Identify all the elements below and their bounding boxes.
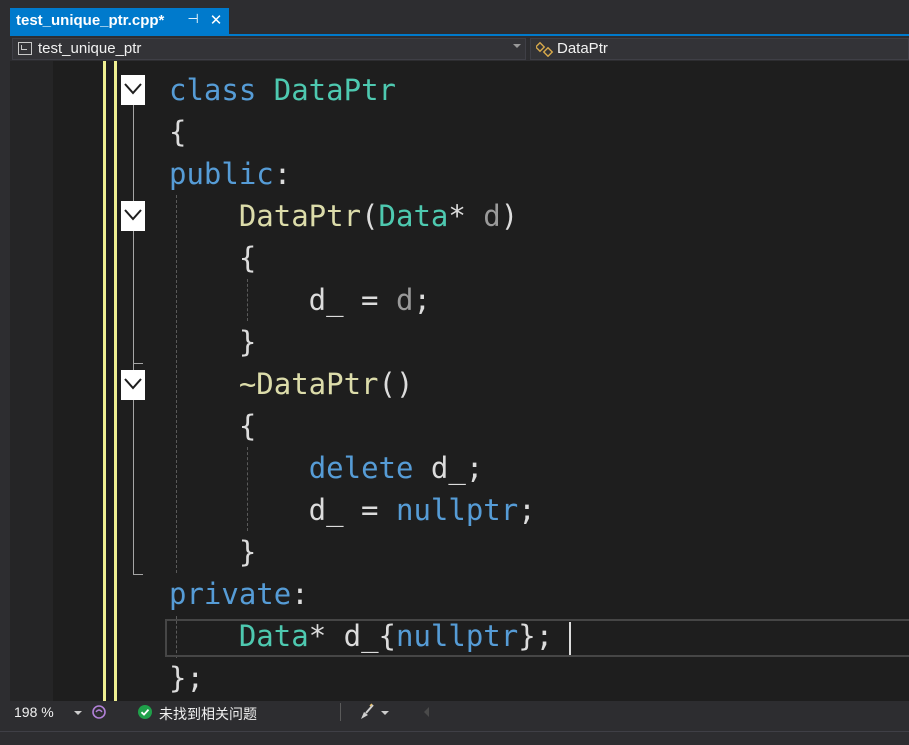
code-line[interactable]: DataPtr(Data* d): [169, 195, 518, 237]
window-bottom-divider: [0, 731, 909, 732]
code-line[interactable]: {: [169, 405, 256, 447]
code-line[interactable]: Data* d_{nullptr};: [169, 615, 553, 657]
code-token: :: [291, 577, 309, 611]
class-icon: [536, 41, 554, 57]
change-tracking-bar: [114, 61, 117, 701]
code-token: ~DataPtr: [238, 367, 379, 401]
document-tab[interactable]: test_unique_ptr.cpp* ⊣ ✕: [10, 8, 229, 34]
code-line[interactable]: {: [169, 111, 186, 153]
change-tracking-bar: [103, 61, 106, 701]
zoom-level[interactable]: 198 %: [14, 704, 54, 720]
chevron-down-icon[interactable]: [74, 711, 82, 715]
code-token: }: [169, 325, 257, 359]
indicator-margin: [10, 61, 53, 701]
code-token: Data: [378, 199, 449, 233]
project-icon: [18, 42, 32, 55]
project-dropdown-label: test_unique_ptr: [38, 40, 142, 57]
intellicode-health-icon[interactable]: [90, 703, 108, 721]
code-token: (): [378, 367, 414, 401]
close-icon[interactable]: ✕: [207, 11, 225, 29]
code-token: d_ =: [169, 283, 396, 317]
code-token: DataPtr: [273, 73, 396, 107]
code-token: (: [361, 199, 379, 233]
code-line[interactable]: d_ = nullptr;: [169, 489, 536, 531]
code-token: * d_{: [308, 619, 396, 653]
code-token: *: [448, 199, 484, 233]
project-dropdown[interactable]: test_unique_ptr: [12, 38, 526, 60]
code-token: ): [500, 199, 519, 233]
code-line[interactable]: };: [169, 657, 204, 699]
code-token: };: [169, 661, 204, 695]
scroll-left-arrow-icon[interactable]: [424, 707, 429, 717]
code-cleanup-brush-icon[interactable]: [358, 703, 378, 721]
chevron-down-icon[interactable]: [381, 711, 389, 715]
pin-icon[interactable]: ⊣: [184, 11, 202, 29]
window-bottom-edge: [0, 724, 909, 745]
code-editor[interactable]: class DataPtr{public: DataPtr(Data* d) {…: [10, 61, 909, 701]
code-line[interactable]: class DataPtr: [169, 69, 396, 111]
editor-status-bar: 198 % 未找到相关问题: [10, 701, 909, 724]
collapse-chevron-icon[interactable]: [121, 75, 145, 105]
check-circle-icon[interactable]: [138, 705, 152, 719]
chevron-down-icon[interactable]: [513, 44, 521, 48]
code-token: d: [395, 283, 414, 317]
outline-end-tick: [133, 363, 143, 364]
code-token: ;: [413, 283, 431, 317]
document-tab-strip: test_unique_ptr.cpp* ⊣ ✕: [0, 0, 909, 34]
code-token: ;: [518, 493, 536, 527]
code-token: private: [169, 577, 292, 611]
code-token: d_ =: [169, 493, 396, 527]
code-token: {: [169, 241, 257, 275]
code-line[interactable]: }: [169, 321, 256, 363]
code-token: Data: [238, 619, 309, 653]
code-line[interactable]: private:: [169, 573, 309, 615]
code-token: nullptr: [395, 493, 519, 527]
code-token: DataPtr: [238, 199, 362, 233]
scope-dropdown-label: DataPtr: [557, 40, 608, 57]
ide-window: test_unique_ptr.cpp* ⊣ ✕ test_unique_ptr…: [0, 0, 909, 745]
navigation-bar: test_unique_ptr DataPtr: [10, 37, 909, 61]
issues-status-text[interactable]: 未找到相关问题: [159, 704, 257, 724]
text-caret: [569, 622, 571, 655]
code-line[interactable]: {: [169, 237, 256, 279]
scope-dropdown[interactable]: DataPtr: [530, 38, 909, 60]
code-token: class: [169, 73, 274, 107]
code-token: d: [483, 199, 501, 233]
code-line[interactable]: }: [169, 531, 256, 573]
document-tab-label: test_unique_ptr.cpp*: [16, 12, 165, 29]
code-token: d_;: [413, 451, 484, 485]
outline-line: [133, 105, 134, 575]
code-token: }: [169, 535, 257, 569]
outline-end-tick: [133, 574, 143, 575]
tab-accent-line: [10, 34, 909, 36]
code-line[interactable]: delete d_;: [169, 447, 484, 489]
code-line[interactable]: d_ = d;: [169, 279, 431, 321]
code-token: {: [169, 409, 257, 443]
code-token: :: [273, 157, 292, 191]
code-token: };: [518, 619, 554, 653]
code-token: nullptr: [396, 619, 519, 653]
editor-gutter: [53, 61, 163, 701]
code-token: {: [169, 115, 187, 149]
status-divider: [340, 703, 341, 721]
collapse-chevron-icon[interactable]: [121, 370, 145, 400]
collapse-chevron-icon[interactable]: [121, 201, 145, 231]
code-token: delete: [308, 451, 414, 485]
code-token: public: [169, 157, 274, 191]
code-line[interactable]: ~DataPtr(): [169, 363, 414, 405]
code-line[interactable]: public:: [169, 153, 291, 195]
